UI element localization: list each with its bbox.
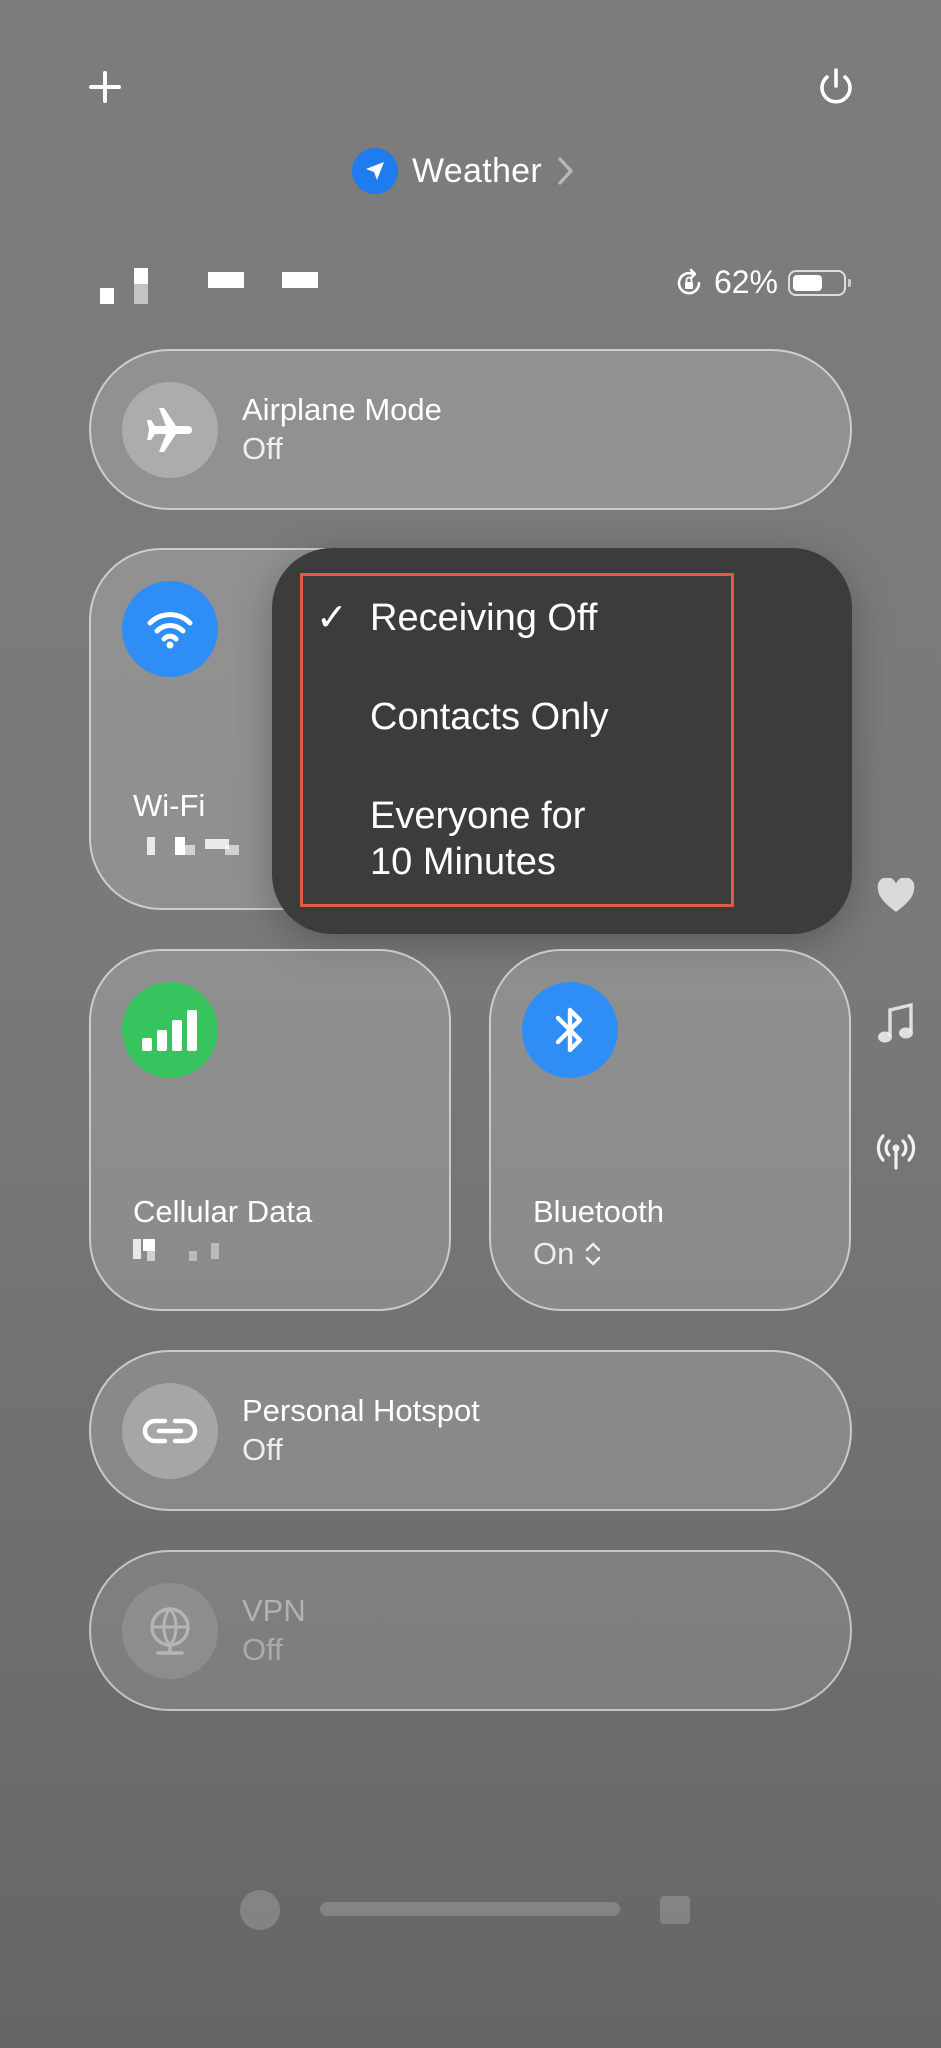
location-arrow-icon xyxy=(352,148,398,194)
power-icon xyxy=(820,68,852,104)
wifi-network-name xyxy=(147,837,247,857)
bluetooth-icon xyxy=(522,982,618,1078)
wifi-label: Wi-Fi xyxy=(133,788,206,823)
battery-icon xyxy=(788,269,851,296)
link-icon xyxy=(122,1382,218,1479)
add-button[interactable] xyxy=(70,52,140,122)
power-button[interactable] xyxy=(801,52,871,122)
heart-icon xyxy=(877,878,915,912)
antenna-icon xyxy=(876,1134,916,1170)
selected-checkmark: ✓ xyxy=(316,597,348,639)
airplane-mode-toggle[interactable]: Airplane Mode Off xyxy=(89,349,852,510)
bluetooth-state: On xyxy=(533,1236,575,1271)
connectivity-page-indicator[interactable] xyxy=(868,1122,924,1178)
vpn-toggle[interactable]: VPN Off xyxy=(89,1550,852,1711)
cellular-data-label: Cellular Data xyxy=(133,1194,313,1229)
background-media-bar xyxy=(120,1880,840,1940)
personal-hotspot-state: Off xyxy=(242,1431,283,1467)
vpn-label: VPN xyxy=(242,1592,306,1628)
cellular-data-tile[interactable]: Cellular Data xyxy=(89,949,451,1311)
music-note-icon xyxy=(878,1002,913,1043)
vpn-state: Off xyxy=(242,1631,283,1667)
favorites-page-indicator[interactable] xyxy=(868,868,924,924)
globe-icon xyxy=(122,1582,218,1679)
chevron-up-down-icon xyxy=(586,1242,601,1266)
cellular-bars-icon xyxy=(122,982,218,1078)
location-app-name: Weather xyxy=(412,151,542,190)
personal-hotspot-label: Personal Hotspot xyxy=(242,1392,480,1428)
location-indicator[interactable]: Weather xyxy=(352,143,576,199)
airplane-mode-state: Off xyxy=(242,430,283,466)
chevron-right-icon xyxy=(558,157,573,185)
bluetooth-tile[interactable]: Bluetooth On xyxy=(489,949,851,1311)
menu-item-everyone-10-minutes[interactable]: Everyone for 10 Minutes xyxy=(370,793,585,885)
wifi-icon xyxy=(122,581,218,677)
battery-percent: 62% xyxy=(713,264,778,300)
cellular-carrier-name xyxy=(133,1239,233,1263)
battery-status: 62% xyxy=(674,264,851,301)
airplane-icon xyxy=(122,381,218,478)
airplane-mode-label: Airplane Mode xyxy=(242,391,442,427)
status-bar: 62% xyxy=(96,262,851,312)
rotation-lock-icon xyxy=(677,268,701,294)
menu-item-receiving-off[interactable]: Receiving Off xyxy=(370,595,597,641)
bluetooth-label: Bluetooth xyxy=(533,1194,664,1229)
menu-item-contacts-only[interactable]: Contacts Only xyxy=(370,694,609,740)
music-page-indicator[interactable] xyxy=(868,996,924,1052)
plus-icon xyxy=(89,71,121,103)
personal-hotspot-toggle[interactable]: Personal Hotspot Off xyxy=(89,1350,852,1511)
